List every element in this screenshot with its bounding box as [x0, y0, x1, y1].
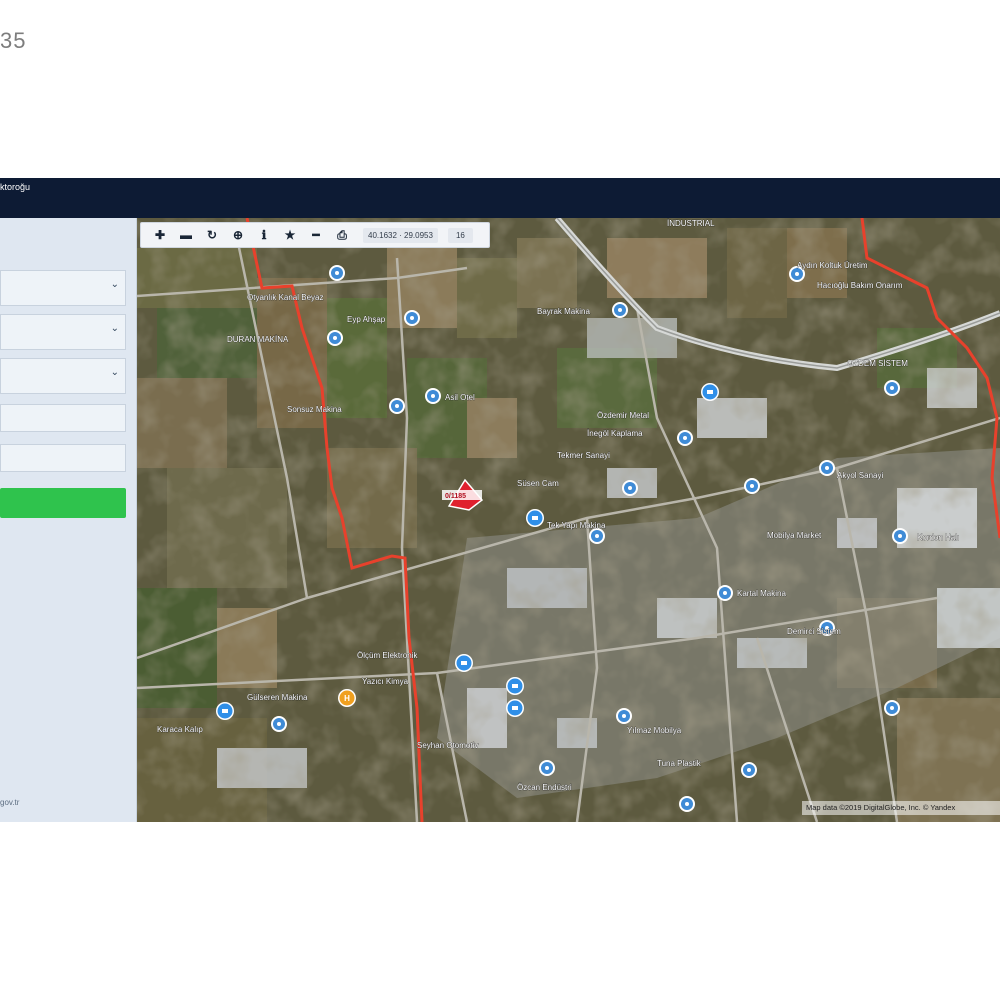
- map-label: İNDUSTRIAL: [667, 219, 715, 228]
- map-label: Kartal Makina: [737, 589, 786, 598]
- map-label: Yazıcı Kimya: [362, 677, 409, 686]
- bookmark-icon[interactable]: ★: [277, 224, 303, 246]
- satellite-map[interactable]: 0/1185 H İNDUSTRIAL Otyanlık Kanal Beyaz…: [137, 218, 1000, 822]
- business-marker-icon: [506, 699, 524, 717]
- business-marker-icon: [455, 654, 473, 672]
- text-input-1[interactable]: [0, 404, 126, 432]
- map-view[interactable]: 0/1185 H İNDUSTRIAL Otyanlık Kanal Beyaz…: [137, 218, 1000, 822]
- text-input-2[interactable]: [0, 444, 126, 472]
- map-label: Kordon Halı: [917, 533, 959, 542]
- map-label: Özcan Endüstri: [517, 783, 572, 792]
- business-marker-icon: [701, 383, 719, 401]
- business-marker-icon: [526, 509, 544, 527]
- left-panel: ⌄ ⌄ ⌄: [0, 218, 137, 822]
- zoom-out-icon[interactable]: ▬: [173, 224, 199, 246]
- query-button[interactable]: [0, 488, 126, 518]
- app-header-bar: [0, 178, 1000, 218]
- location-pin-icon: [744, 478, 760, 494]
- location-pin-icon: [271, 716, 287, 732]
- svg-text:H: H: [344, 694, 350, 703]
- location-pin-icon: [404, 310, 420, 326]
- map-label: Eyp Ahşap: [347, 315, 386, 324]
- business-marker-icon: [506, 677, 524, 695]
- map-label: Asil Otel: [445, 393, 475, 402]
- map-label: Seyhan Otomotiv: [417, 741, 478, 750]
- map-label: Mobilya Market: [767, 531, 822, 540]
- location-pin-icon: [612, 302, 628, 318]
- location-pin-icon: [741, 762, 757, 778]
- info-icon[interactable]: ℹ: [251, 224, 277, 246]
- map-label: Gülseren Makina: [247, 693, 308, 702]
- map-label: OZDEM SİSTEM: [847, 359, 908, 368]
- location-pin-icon: [389, 398, 405, 414]
- map-label: Tekmer Sanayi: [557, 451, 610, 460]
- dropdown-3[interactable]: ⌄: [0, 358, 126, 394]
- map-label: Aydın Koltuk Üretim: [797, 261, 868, 270]
- location-pin-icon: [539, 760, 555, 776]
- dropdown-1[interactable]: ⌄: [0, 270, 126, 306]
- corner-number: 35: [0, 28, 27, 53]
- map-label: Sonsuz Makina: [287, 405, 342, 414]
- app-title: ktoroğu: [0, 182, 31, 192]
- map-label: Demirci Sistem: [787, 627, 841, 636]
- location-pin-icon: [616, 708, 632, 724]
- locate-icon[interactable]: ⊕: [225, 224, 251, 246]
- map-label: Özdemir Metal: [597, 411, 649, 420]
- location-pin-icon: [892, 528, 908, 544]
- hotel-marker-icon: H: [338, 689, 356, 707]
- coordinate-readout: 40.1632 · 29.0953: [363, 227, 438, 243]
- print-icon[interactable]: ⎙: [329, 224, 355, 246]
- selected-parcel-label: 0/1185: [445, 493, 466, 500]
- location-pin-icon: [622, 480, 638, 496]
- location-pin-icon: [819, 460, 835, 476]
- refresh-icon[interactable]: ↻: [199, 224, 225, 246]
- zoom-in-icon[interactable]: ✚: [147, 224, 173, 246]
- panel-header: [0, 228, 126, 262]
- location-pin-icon: [677, 430, 693, 446]
- location-pin-icon: [884, 700, 900, 716]
- map-label: Bayrak Makina: [537, 307, 590, 316]
- dropdown-2[interactable]: ⌄: [0, 314, 126, 350]
- chevron-down-icon: ⌄: [110, 279, 119, 290]
- chevron-down-icon: ⌄: [110, 323, 119, 334]
- zoom-level: 16: [447, 227, 473, 243]
- map-label: Hacıoğlu Bakım Onarım: [817, 281, 903, 290]
- location-pin-icon: [327, 330, 343, 346]
- panel-footer-text: gov.tr: [0, 798, 20, 807]
- map-attribution: Map data ©2019 DigitalGlobe, Inc. © Yand…: [802, 801, 1000, 815]
- map-label: Tek Yapı Makina: [547, 521, 606, 530]
- chevron-down-icon: ⌄: [110, 367, 119, 378]
- map-toolbar: ✚ ▬ ↻ ⊕ ℹ ★ ━ ⎙ 40.1632 · 29.0953 16: [140, 222, 490, 248]
- map-label: Otyanlık Kanal Beyaz: [247, 293, 323, 302]
- location-pin-icon: [589, 528, 605, 544]
- map-label: DURAN MAKİNA: [227, 335, 289, 344]
- location-pin-icon: [884, 380, 900, 396]
- location-pin-icon: [425, 388, 441, 404]
- location-pin-icon: [679, 796, 695, 812]
- map-label: Akyol Sanayi: [837, 471, 883, 480]
- location-pin-icon: [717, 585, 733, 601]
- measure-icon[interactable]: ━: [303, 224, 329, 246]
- map-label: Yılmaz Mobilya: [627, 726, 682, 735]
- location-pin-icon: [329, 265, 345, 281]
- map-label: Tuna Plastik: [657, 759, 702, 768]
- map-label: Ölçüm Elektronik: [357, 651, 418, 660]
- map-label: Süsen Cam: [517, 479, 559, 488]
- map-label: İnegöl Kaplama: [587, 429, 643, 438]
- map-label: Karaca Kalıp: [157, 725, 203, 734]
- business-marker-icon: [216, 702, 234, 720]
